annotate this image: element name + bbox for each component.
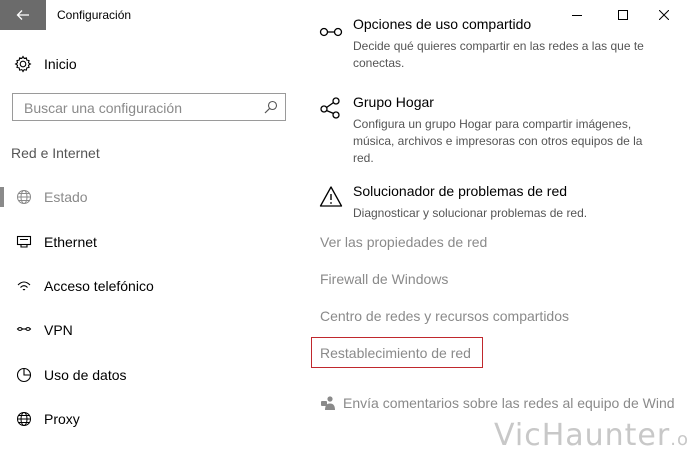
maximize-button[interactable] [600, 0, 646, 30]
close-icon [659, 10, 669, 20]
troubleshooter-description: Diagnosticar y solucionar problemas de r… [353, 206, 588, 220]
sharing-icon [319, 27, 343, 37]
sidebar-item-label: Ethernet [44, 234, 97, 250]
homegroup-title: Grupo Hogar [353, 94, 434, 110]
search-input[interactable]: Buscar una configuración [12, 93, 286, 121]
maximize-icon [618, 10, 628, 20]
selection-indicator [0, 187, 4, 207]
vpn-icon [15, 321, 33, 339]
sidebar-item-ethernet[interactable]: Ethernet [0, 228, 300, 256]
minimize-button[interactable] [554, 0, 600, 30]
gear-icon [14, 55, 32, 73]
title-bar: Configuración [0, 0, 687, 30]
back-button[interactable] [0, 0, 46, 30]
watermark: VicHaunter.org [494, 418, 687, 453]
homegroup-icon [320, 97, 340, 119]
sidebar-item-label: Acceso telefónico [44, 278, 154, 294]
close-button[interactable] [641, 0, 687, 30]
watermark-main: VicHaunter [494, 418, 671, 453]
warning-icon [319, 186, 343, 207]
sidebar-item-proxy[interactable]: Proxy [0, 405, 300, 433]
search-icon[interactable] [264, 100, 278, 114]
ethernet-icon [15, 233, 33, 251]
section-title: Red e Internet [11, 145, 100, 161]
sidebar-item-label: Estado [44, 189, 88, 205]
feedback-link[interactable]: Envía comentarios sobre las redes al equ… [320, 395, 675, 411]
search-placeholder: Buscar una configuración [24, 100, 182, 116]
sidebar-item-label: Uso de datos [44, 367, 127, 383]
sidebar-item-estado[interactable]: Estado [0, 183, 300, 211]
sidebar-item-label: Proxy [44, 411, 80, 427]
main-content: Opciones de uso compartido Decide qué qu… [300, 16, 687, 454]
homegroup-description: Configura un grupo Hogar para compartir … [353, 117, 643, 165]
home-button[interactable]: Inicio [14, 53, 77, 75]
globe-icon [15, 410, 33, 428]
minimize-icon [572, 15, 582, 16]
network-properties-link[interactable]: Ver las propiedades de red [320, 234, 487, 250]
feedback-label: Envía comentarios sobre las redes al equ… [343, 395, 675, 411]
troubleshooter-title: Solucionador de problemas de red [353, 183, 568, 199]
data-usage-icon [15, 366, 33, 384]
sidebar-item-uso-de-datos[interactable]: Uso de datos [0, 361, 300, 389]
home-label: Inicio [44, 56, 77, 72]
sidebar-item-label: VPN [44, 322, 73, 338]
dialup-icon [15, 277, 33, 295]
windows-firewall-link[interactable]: Firewall de Windows [320, 271, 448, 287]
network-sharing-center-link[interactable]: Centro de redes y recursos compartidos [320, 308, 569, 324]
sharing-title: Opciones de uso compartido [353, 16, 532, 32]
sidebar-item-acceso-telefonico[interactable]: Acceso telefónico [0, 272, 300, 300]
back-arrow-icon [16, 10, 29, 20]
window-title: Configuración [57, 8, 132, 22]
sharing-description: Decide qué quieres compartir en las rede… [353, 39, 644, 70]
feedback-icon [321, 396, 335, 410]
globe-icon [15, 188, 33, 206]
watermark-suffix: .org [670, 429, 687, 450]
network-reset-highlight [311, 337, 483, 368]
sidebar-item-vpn[interactable]: VPN [0, 316, 300, 344]
